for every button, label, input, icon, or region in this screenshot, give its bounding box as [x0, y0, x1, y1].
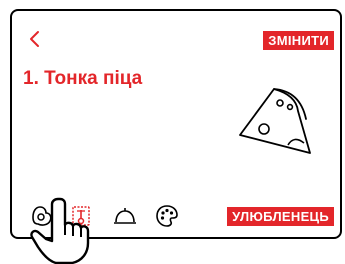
- chevron-left-icon: [30, 31, 39, 47]
- cloche-icon[interactable]: [112, 203, 138, 229]
- pointing-hand-icon: [30, 197, 90, 264]
- change-button[interactable]: ЗМІНИТИ: [263, 31, 334, 50]
- pizza-slice-icon: [239, 88, 311, 154]
- back-button[interactable]: [26, 28, 44, 50]
- palette-icon[interactable]: [154, 203, 180, 229]
- program-title: 1. Тонка піца: [23, 68, 143, 89]
- favorite-button[interactable]: УЛЮБЛЕНЕЦЬ: [227, 207, 334, 226]
